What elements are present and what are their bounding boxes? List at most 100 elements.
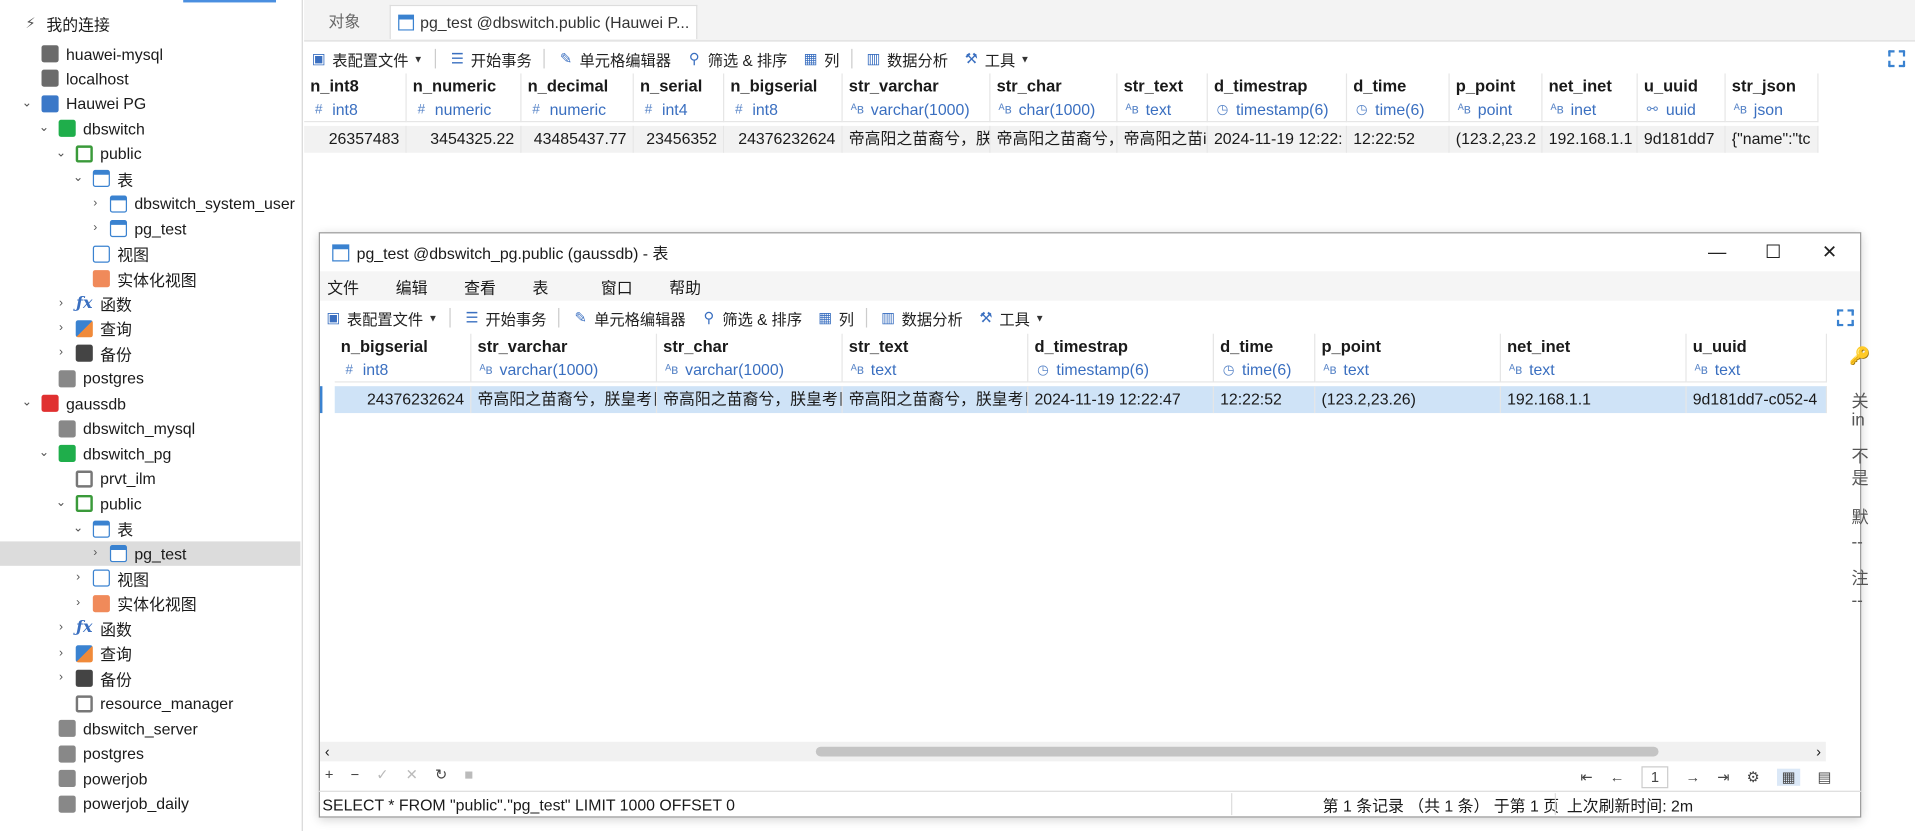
table-cell[interactable]: 帝高阳之苗裔兮，朕皇考日 xyxy=(657,386,843,414)
horizontal-scrollbar[interactable]: ‹ › xyxy=(319,741,1826,762)
chevron-right-icon[interactable]: › xyxy=(88,221,103,236)
sidebar-item-resource-manager[interactable]: resource_manager xyxy=(0,691,300,715)
menu-item-表[interactable]: 表 xyxy=(532,274,593,297)
column-header-d-timestrap[interactable]: d_timestrap ◷ timestamp(6) xyxy=(1028,333,1214,383)
tools-button[interactable]: ⚒ 工具 ▼ xyxy=(977,306,1044,329)
sidebar-item-dbswitch-mysql[interactable]: dbswitch_mysql xyxy=(0,416,300,440)
table-cell[interactable]: 192.168.1.1 xyxy=(1500,386,1687,414)
column-header-n-int8[interactable]: n_int8 # int8 xyxy=(304,73,407,123)
chevron-right-icon[interactable]: › xyxy=(71,571,86,586)
sidebar-item-public[interactable]: ⌄ public xyxy=(0,142,300,166)
sidebar-item-localhost[interactable]: localhost xyxy=(0,67,300,91)
column-header-d-time[interactable]: d_time ◷ time(6) xyxy=(1347,73,1450,123)
chevron-down-icon[interactable]: ⌄ xyxy=(71,521,86,536)
sidebar-item--[interactable]: › 查询 xyxy=(0,641,300,665)
delete-row-icon[interactable]: − xyxy=(351,766,360,783)
table-cell[interactable]: 12:22:52 xyxy=(1347,125,1450,153)
next-page-icon[interactable]: → xyxy=(1685,769,1700,786)
table-cell[interactable]: 9d181dd7 xyxy=(1637,125,1726,153)
refresh-icon[interactable]: ↻ xyxy=(435,766,447,783)
column-header-n-bigserial[interactable]: n_bigserial # int8 xyxy=(724,73,843,123)
columns-button[interactable]: ▦ 列 xyxy=(802,47,840,70)
chevron-right-icon[interactable]: › xyxy=(54,321,69,336)
table-cell[interactable]: 26357483 xyxy=(304,125,407,153)
sidebar-item--[interactable]: 视图 xyxy=(0,241,300,265)
sidebar-item-hauwei-pg[interactable]: ⌄ Hauwei PG xyxy=(0,92,300,116)
table-cell[interactable]: 23456352 xyxy=(633,125,725,153)
sidebar-item-dbswitch-server[interactable]: dbswitch_server xyxy=(0,716,300,740)
sidebar-item--[interactable]: › 查询 xyxy=(0,316,300,340)
column-header-u-uuid[interactable]: u_uuid ᴬʙ text xyxy=(1686,333,1828,383)
table-cell[interactable]: 43485437.77 xyxy=(521,125,634,153)
menu-item-文件[interactable]: 文件 xyxy=(327,274,388,297)
chevron-right-icon[interactable]: › xyxy=(88,546,103,561)
sidebar-item--[interactable]: ⌄ 表 xyxy=(0,167,300,191)
column-header-n-bigserial[interactable]: n_bigserial # int8 xyxy=(334,333,472,383)
menu-item-查看[interactable]: 查看 xyxy=(464,274,525,297)
column-header-n-decimal[interactable]: n_decimal # numeric xyxy=(521,73,634,123)
data-analysis-button[interactable]: ▥ 数据分析 xyxy=(865,47,948,70)
chevron-down-icon[interactable]: ⌄ xyxy=(54,496,69,511)
chevron-down-icon[interactable]: ⌄ xyxy=(54,146,69,161)
sidebar-item--[interactable]: 实体化视图 xyxy=(0,266,300,290)
grid-view-icon[interactable]: ▦ xyxy=(1776,768,1801,786)
fullscreen-icon[interactable] xyxy=(1888,50,1906,68)
column-header-str-text[interactable]: str_text ᴬʙ text xyxy=(842,333,1029,383)
table-cell[interactable]: 帝高阳之苗i xyxy=(1117,125,1208,153)
sidebar-item-postgres[interactable]: postgres xyxy=(0,366,300,390)
table-cell[interactable]: 9d181dd7-c052-4 xyxy=(1686,386,1828,414)
table-cell[interactable]: 帝高阳之苗裔兮，朕皇考日 xyxy=(842,386,1029,414)
column-header-str-varchar[interactable]: str_varchar ᴬʙ varchar(1000) xyxy=(471,333,658,383)
close-button[interactable]: ✕ xyxy=(1801,233,1857,271)
chevron-down-icon[interactable]: ⌄ xyxy=(71,171,86,186)
scroll-thumb[interactable] xyxy=(815,746,1659,757)
chevron-right-icon[interactable]: › xyxy=(54,296,69,311)
chevron-down-icon[interactable]: ⌄ xyxy=(20,396,35,411)
table-cell[interactable]: 帝高阳之苗裔兮，朕 xyxy=(842,125,991,153)
table-cell[interactable]: (123.2,23.26) xyxy=(1315,386,1501,414)
sidebar-item-postgres[interactable]: postgres xyxy=(0,741,300,765)
chevron-right-icon[interactable]: › xyxy=(54,621,69,636)
table-cell[interactable]: 192.168.1.1 xyxy=(1542,125,1638,153)
sidebar-item-pg-test[interactable]: › pg_test xyxy=(0,541,301,566)
chevron-down-icon[interactable]: ⌄ xyxy=(37,446,52,461)
filter-sort-button[interactable]: ⚲ 筛选 & 排序 xyxy=(700,306,803,329)
chevron-down-icon[interactable]: ⌄ xyxy=(37,121,52,136)
sidebar-item--[interactable]: ⌄ 表 xyxy=(0,516,300,540)
sidebar-item--[interactable]: › 视图 xyxy=(0,566,300,590)
stop-icon[interactable]: ■ xyxy=(464,766,473,783)
column-header-str-text[interactable]: str_text ᴬʙ text xyxy=(1117,73,1208,123)
discard-icon[interactable]: ✕ xyxy=(406,766,418,783)
page-number-input[interactable]: 1 xyxy=(1641,766,1669,789)
scroll-right-icon[interactable]: › xyxy=(1816,742,1821,762)
prev-page-icon[interactable]: ← xyxy=(1610,769,1625,786)
settings-icon[interactable]: ⚙ xyxy=(1747,769,1760,786)
last-page-icon[interactable]: ⇥ xyxy=(1717,769,1729,786)
sidebar-item-public[interactable]: ⌄ public xyxy=(0,491,300,515)
data-analysis-button[interactable]: ▥ 数据分析 xyxy=(880,306,962,329)
chevron-right-icon[interactable]: › xyxy=(54,671,69,686)
sidebar-item-dbswitch-system-user[interactable]: › dbswitch_system_user xyxy=(0,191,300,215)
chevron-right-icon[interactable]: › xyxy=(88,196,103,211)
column-header-net-inet[interactable]: net_inet ᴬʙ inet xyxy=(1542,73,1638,123)
filter-sort-button[interactable]: ⚲ 筛选 & 排序 xyxy=(686,47,788,70)
maximize-button[interactable]: ☐ xyxy=(1745,233,1801,271)
table-cell[interactable]: 帝高阳之苗裔兮， xyxy=(990,125,1118,153)
sidebar-item-pg-test[interactable]: › pg_test xyxy=(0,216,300,240)
sidebar-item-huawei-mysql[interactable]: huawei-mysql xyxy=(0,42,300,66)
tab-objects[interactable]: 对象 xyxy=(321,5,367,39)
my-connections-header[interactable]: ⚡ 我的连接 xyxy=(22,11,302,35)
column-header-str-varchar[interactable]: str_varchar ᴬʙ varchar(1000) xyxy=(842,73,991,123)
table-cell[interactable]: (123.2,23.2 xyxy=(1449,125,1543,153)
column-header-str-char[interactable]: str_char ᴬʙ char(1000) xyxy=(990,73,1118,123)
table-cell[interactable]: 2024-11-19 12:22: xyxy=(1207,125,1348,153)
sidebar-item--[interactable]: › ƒx 函数 xyxy=(0,291,300,315)
begin-transaction-button[interactable]: ☰ 开始事务 xyxy=(463,306,546,329)
table-cell[interactable]: 2024-11-19 12:22:47 xyxy=(1028,386,1214,414)
table-cell[interactable]: 12:22:52 xyxy=(1213,386,1316,414)
sidebar-item-powerjob[interactable]: powerjob xyxy=(0,766,300,790)
column-header-p-point[interactable]: p_point ᴬʙ point xyxy=(1449,73,1543,123)
form-view-icon[interactable]: ▤ xyxy=(1818,769,1832,786)
profile-button[interactable]: ▣ 表配置文件 ▼ xyxy=(325,306,437,329)
column-header-d-time[interactable]: d_time ◷ time(6) xyxy=(1213,333,1316,383)
